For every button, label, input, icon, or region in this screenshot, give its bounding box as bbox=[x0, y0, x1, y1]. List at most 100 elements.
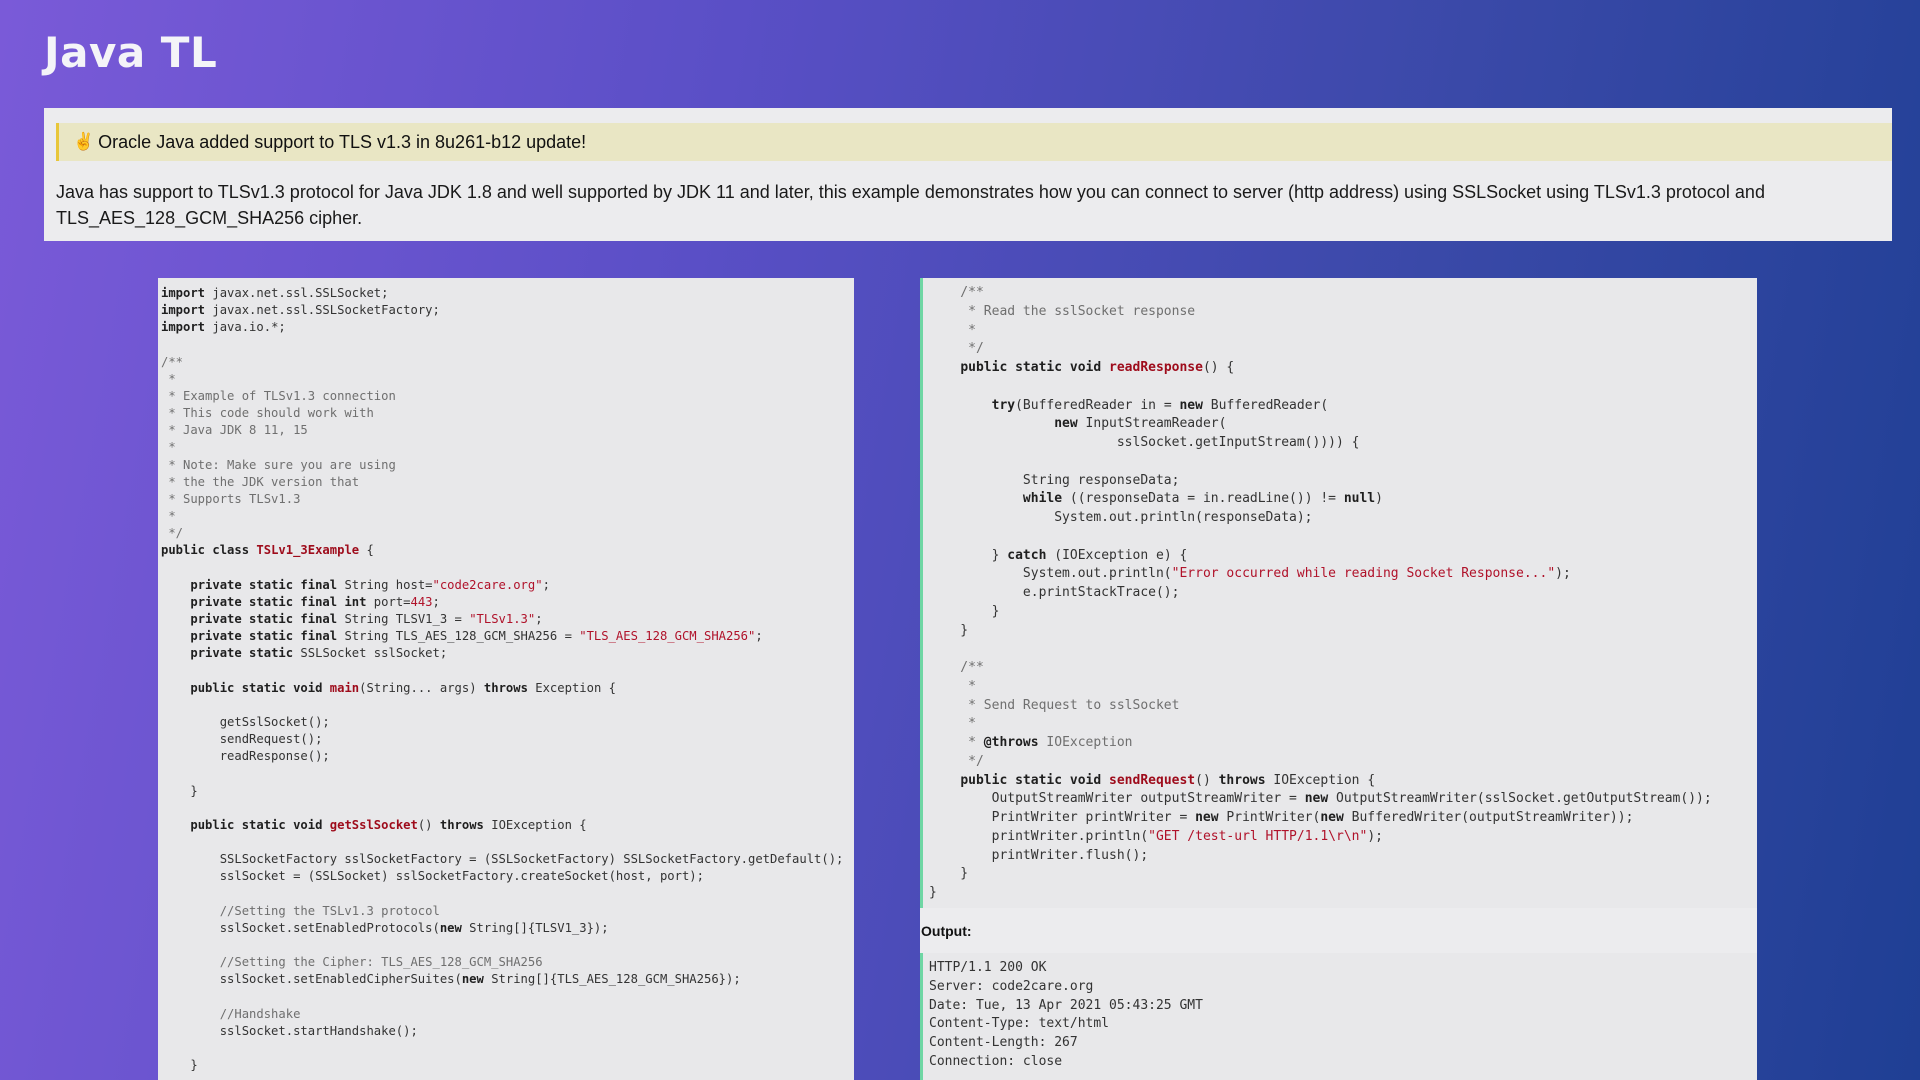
code-token: (BufferedReader in = bbox=[1015, 397, 1180, 413]
code-token: getSslSocket bbox=[329, 817, 418, 832]
code-line: * This code should work with bbox=[161, 406, 373, 420]
code-token: */ bbox=[929, 753, 984, 769]
code-line: import java.io.*; bbox=[161, 320, 286, 334]
code-token: () { bbox=[1202, 360, 1235, 375]
code-token: sendRequest bbox=[1109, 772, 1196, 788]
code-line: printWriter.flush(); bbox=[929, 847, 1149, 863]
code-token: private static final bbox=[190, 611, 338, 626]
code-token: String TLS_AES_128_GCM_SHA256 = bbox=[337, 629, 580, 644]
code-line: * bbox=[161, 371, 176, 386]
code-line: e.printStackTrace(); bbox=[929, 585, 1180, 600]
code-left-content: import javax.net.ssl.SSLSocket; import j… bbox=[158, 278, 854, 1074]
output-label: Output: bbox=[920, 908, 1757, 953]
code-token: javax.net.ssl.SSLSocketFactory; bbox=[205, 303, 440, 318]
code-token: * bbox=[161, 440, 176, 455]
code-line: printWriter.println("GET /test-url HTTP/… bbox=[929, 829, 1383, 844]
code-token: catch bbox=[1007, 547, 1047, 563]
code-line: } bbox=[929, 866, 968, 881]
code-token: * Supports TLSv1.3 bbox=[161, 491, 301, 506]
code-token: printWriter.flush(); bbox=[929, 847, 1149, 863]
code-token: import bbox=[161, 286, 206, 300]
code-token: private static bbox=[190, 646, 294, 661]
output-line: Connection: close bbox=[929, 1053, 1063, 1069]
code-line: * Send Request to sslSocket bbox=[929, 698, 1179, 713]
code-line: } bbox=[161, 1058, 197, 1072]
code-token: * bbox=[929, 716, 976, 732]
output-line: Content-Type: text/html bbox=[929, 1016, 1110, 1032]
note-text: Oracle Java added support to TLS v1.3 in… bbox=[98, 131, 587, 152]
code-token: new bbox=[1195, 810, 1219, 825]
code-token: null bbox=[1343, 491, 1376, 507]
code-token: "GET /test-url HTTP/1.1\r\n" bbox=[1148, 828, 1368, 844]
code-line: System.out.println(responseData); bbox=[929, 510, 1313, 525]
code-token: sendRequest(); bbox=[161, 732, 323, 747]
code-token: printWriter.println( bbox=[929, 828, 1149, 844]
code-line: getSslSocket(); bbox=[161, 715, 330, 729]
code-line: public static void readResponse() { bbox=[929, 360, 1234, 375]
code-token: new bbox=[1304, 791, 1329, 807]
code-line: * bbox=[929, 716, 976, 731]
code-line: sslSocket.setEnabledProtocols(new String… bbox=[161, 921, 609, 935]
code-token: /** bbox=[929, 285, 984, 300]
code-line: sslSocket.setEnabledCipherSuites(new Str… bbox=[161, 972, 741, 986]
code-token: throws bbox=[439, 817, 484, 832]
code-token: try bbox=[991, 397, 1016, 413]
code-token: /** bbox=[161, 354, 184, 369]
intro-description: Java has support to TLSv1.3 protocol for… bbox=[56, 182, 1765, 228]
code-token: ) bbox=[1375, 491, 1383, 507]
code-token: PrintWriter( bbox=[1218, 810, 1321, 825]
code-token: getSslSocket(); bbox=[161, 714, 330, 729]
code-line: private static final String TLS_AES_128_… bbox=[161, 629, 762, 644]
page-title: Java TL bbox=[44, 28, 218, 77]
code-token: * bbox=[161, 371, 176, 386]
code-token: private static final bbox=[190, 629, 338, 644]
code-token: new bbox=[1320, 810, 1344, 825]
output-line: Content-Length: 267 bbox=[929, 1035, 1078, 1051]
code-line: private static final int port=443; bbox=[161, 595, 440, 609]
code-token: javax.net.ssl.SSLSocket; bbox=[205, 286, 389, 300]
code-line: * bbox=[929, 323, 976, 338]
victory-hand-icon: ✌️ bbox=[73, 132, 95, 151]
code-line: import javax.net.ssl.SSLSocket; bbox=[161, 286, 388, 300]
code-line: } bbox=[929, 623, 968, 638]
code-line: } bbox=[929, 604, 1000, 619]
code-token: } bbox=[929, 622, 969, 638]
code-token: } bbox=[929, 866, 969, 882]
code-line: private static final String host="code2c… bbox=[161, 578, 550, 592]
code-line: * the the JDK version that bbox=[161, 475, 359, 489]
code-token: * bbox=[929, 322, 976, 338]
code-token: public static void bbox=[190, 680, 330, 695]
code-token: public static void bbox=[190, 817, 330, 832]
code-token: String TLSV1_3 = bbox=[337, 611, 470, 626]
code-token: OutputStreamWriter(sslSocket.getOutputSt… bbox=[1328, 791, 1712, 807]
code-token: import bbox=[161, 303, 206, 318]
code-token: System.out.println(responseData); bbox=[929, 510, 1313, 525]
code-line: PrintWriter printWriter = new PrintWrite… bbox=[929, 810, 1634, 825]
code-line: public static void getSslSocket() throws… bbox=[161, 817, 586, 832]
code-token: public static void bbox=[960, 360, 1110, 375]
code-token: * Java JDK 8 11, 15 bbox=[161, 423, 308, 438]
code-token: } bbox=[161, 783, 198, 798]
code-line: */ bbox=[929, 341, 984, 356]
code-token: BufferedReader( bbox=[1202, 397, 1329, 413]
code-token: //Setting the Cipher: TLS_AES_128_GCM_SH… bbox=[161, 955, 543, 970]
code-token: private static final bbox=[190, 577, 338, 592]
code-token: * bbox=[929, 735, 984, 750]
code-line: * Java JDK 8 11, 15 bbox=[161, 423, 308, 438]
code-line: sslSocket = (SSLSocket) sslSocketFactory… bbox=[161, 869, 704, 883]
code-token: ; bbox=[542, 577, 550, 592]
code-block-left: import javax.net.ssl.SSLSocket; import j… bbox=[158, 278, 854, 1080]
code-token: "Error occurred while reading Socket Res… bbox=[1171, 566, 1556, 582]
code-token: } bbox=[929, 885, 937, 900]
code-line: try(BufferedReader in = new BufferedRead… bbox=[929, 397, 1329, 413]
code-token: * Send Request to sslSocket bbox=[929, 697, 1180, 713]
code-line: sslSocket.startHandshake(); bbox=[161, 1024, 418, 1038]
code-token: @throws bbox=[983, 735, 1039, 750]
code-token: * Read the sslSocket response bbox=[929, 303, 1196, 319]
